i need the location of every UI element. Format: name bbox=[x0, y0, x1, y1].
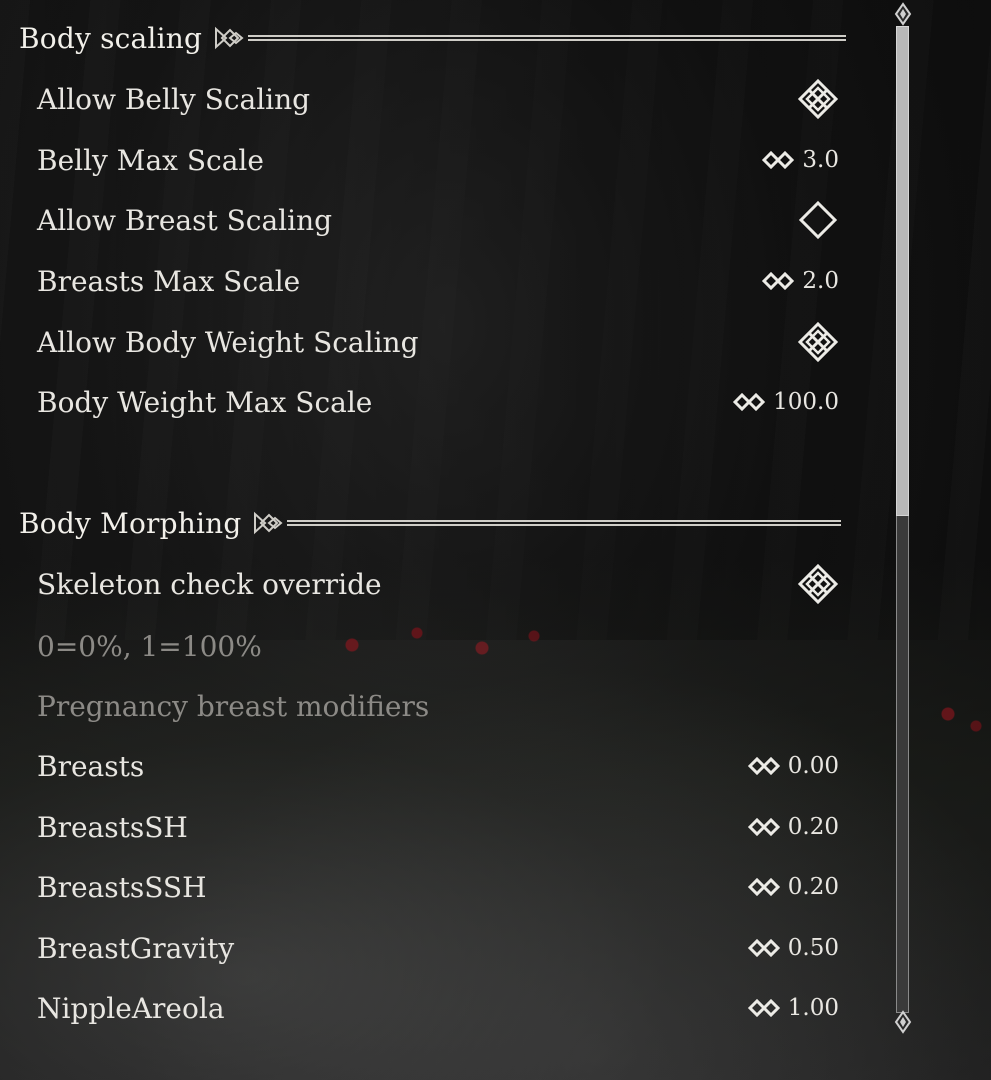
ornament-icon bbox=[254, 511, 284, 535]
header-ornament bbox=[253, 510, 842, 536]
option-label: BreastsSH bbox=[37, 810, 188, 844]
section-title: Body scaling bbox=[19, 21, 203, 55]
toggle-checkbox[interactable] bbox=[797, 563, 839, 605]
option-breasts-ssh[interactable]: BreastsSSH 0.20 bbox=[37, 865, 839, 909]
option-label: NippleAreola bbox=[37, 991, 225, 1025]
slider-value[interactable]: 2.0 bbox=[762, 268, 839, 294]
slider-arrows-icon bbox=[747, 999, 780, 1017]
slider-arrows-icon bbox=[762, 272, 795, 290]
scrollbar[interactable] bbox=[892, 0, 914, 1040]
option-breasts[interactable]: Breasts 0.00 bbox=[37, 744, 839, 788]
slider-value[interactable]: 0.50 bbox=[747, 935, 839, 961]
value-text: 100.0 bbox=[773, 389, 839, 415]
option-allow-body-weight-scaling[interactable]: Allow Body Weight Scaling bbox=[37, 320, 839, 364]
section-title: Body Morphing bbox=[19, 506, 242, 540]
slider-value[interactable]: 0.00 bbox=[747, 753, 839, 779]
slider-arrows-icon bbox=[733, 393, 766, 411]
option-label: Breasts bbox=[37, 749, 145, 783]
mcm-settings-panel: Body scaling Allow Belly Scaling Belly M… bbox=[0, 0, 991, 1080]
option-label: Allow Breast Scaling bbox=[37, 203, 333, 237]
scroll-up-arrow-icon[interactable] bbox=[892, 2, 914, 28]
option-skeleton-check-override[interactable]: Skeleton check override bbox=[37, 562, 839, 606]
slider-value[interactable]: 0.20 bbox=[747, 814, 839, 840]
toggle-checkbox[interactable] bbox=[797, 321, 839, 363]
option-label: Allow Body Weight Scaling bbox=[37, 325, 419, 359]
option-belly-max-scale[interactable]: Belly Max Scale 3.0 bbox=[37, 138, 839, 182]
value-text: 0.20 bbox=[787, 874, 839, 900]
option-breast-gravity[interactable]: BreastGravity 0.50 bbox=[37, 926, 839, 970]
checked-diamond-icon bbox=[797, 321, 839, 363]
checked-diamond-icon bbox=[797, 563, 839, 605]
slider-arrows-icon bbox=[747, 818, 780, 836]
slider-value[interactable]: 3.0 bbox=[762, 147, 839, 173]
option-label: 0=0%, 1=100% bbox=[37, 629, 262, 663]
option-label: Breasts Max Scale bbox=[37, 264, 301, 298]
section-header-body-morphing: Body Morphing bbox=[19, 503, 842, 543]
header-divider-line bbox=[248, 35, 847, 41]
scrollbar-thumb[interactable] bbox=[896, 26, 909, 516]
header-divider-line bbox=[287, 520, 842, 526]
ornament-icon bbox=[215, 26, 244, 50]
option-label: Pregnancy breast modifiers bbox=[37, 689, 430, 723]
option-label: Allow Belly Scaling bbox=[37, 82, 311, 116]
slider-arrows-icon bbox=[747, 878, 780, 896]
slider-arrows-icon bbox=[747, 939, 780, 957]
option-label: BreastsSSH bbox=[37, 870, 207, 904]
checked-diamond-icon bbox=[797, 78, 839, 120]
toggle-checkbox[interactable] bbox=[797, 199, 839, 241]
slider-value[interactable]: 1.00 bbox=[747, 995, 839, 1021]
info-text-scale-hint: 0=0%, 1=100% bbox=[37, 624, 839, 668]
option-allow-breast-scaling[interactable]: Allow Breast Scaling bbox=[37, 198, 839, 242]
slider-arrows-icon bbox=[747, 757, 780, 775]
toggle-checkbox[interactable] bbox=[797, 78, 839, 120]
value-text: 0.00 bbox=[787, 753, 839, 779]
info-text-pregnancy-breast-modifiers: Pregnancy breast modifiers bbox=[37, 684, 839, 728]
value-text: 1.00 bbox=[787, 995, 839, 1021]
value-text: 0.50 bbox=[787, 935, 839, 961]
slider-value[interactable]: 100.0 bbox=[733, 389, 839, 415]
header-ornament bbox=[214, 25, 847, 51]
option-body-weight-max-scale[interactable]: Body Weight Max Scale 100.0 bbox=[37, 380, 839, 424]
value-text: 3.0 bbox=[802, 147, 839, 173]
option-label: BreastGravity bbox=[37, 931, 235, 965]
option-label: Belly Max Scale bbox=[37, 143, 264, 177]
option-label: Body Weight Max Scale bbox=[37, 385, 373, 419]
value-text: 0.20 bbox=[787, 814, 839, 840]
scroll-down-arrow-icon[interactable] bbox=[892, 1008, 914, 1034]
slider-arrows-icon bbox=[762, 151, 795, 169]
option-allow-belly-scaling[interactable]: Allow Belly Scaling bbox=[37, 77, 839, 121]
option-nipple-areola[interactable]: NippleAreola 1.00 bbox=[37, 986, 839, 1030]
value-text: 2.0 bbox=[802, 268, 839, 294]
option-breasts-sh[interactable]: BreastsSH 0.20 bbox=[37, 805, 839, 849]
empty-diamond-icon bbox=[798, 200, 838, 240]
option-breasts-max-scale[interactable]: Breasts Max Scale 2.0 bbox=[37, 259, 839, 303]
slider-value[interactable]: 0.20 bbox=[747, 874, 839, 900]
option-label: Skeleton check override bbox=[37, 567, 382, 601]
section-header-body-scaling: Body scaling bbox=[19, 18, 847, 58]
